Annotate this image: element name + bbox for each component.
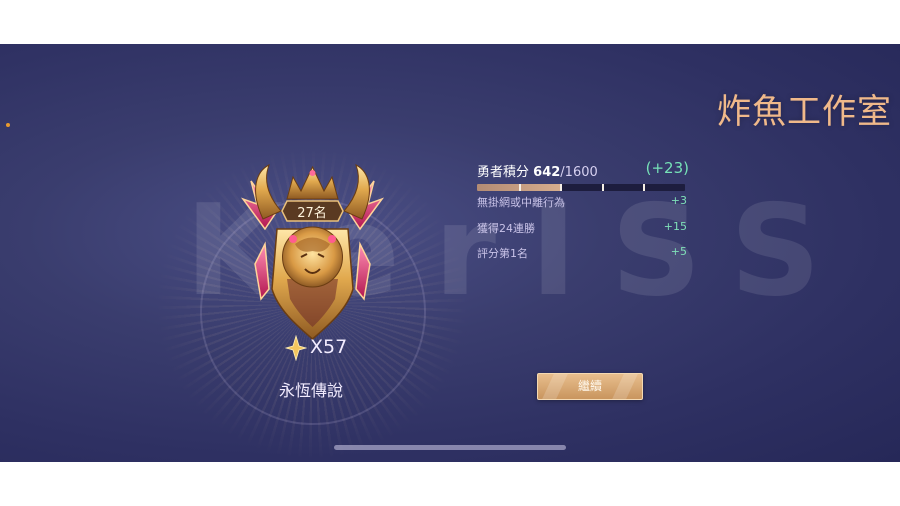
hero-points-max: /1600 <box>560 165 598 180</box>
golden-lion-shield-icon <box>240 163 385 340</box>
bonus-value: +15 <box>663 220 687 233</box>
hero-points-title: 勇者積分 <box>477 165 530 180</box>
hero-points-progress-bar <box>477 184 685 191</box>
progress-tick <box>601 184 604 191</box>
star-count: X57 <box>310 336 348 358</box>
progress-tick <box>643 184 646 191</box>
bonus-label: 獲得24連勝 <box>477 222 535 235</box>
indicator-dot <box>6 123 10 127</box>
bonus-row: 獲得24連勝 +15 <box>477 220 687 238</box>
hero-points-gain: (+23) <box>645 159 689 177</box>
gold-star-icon <box>285 335 307 361</box>
bonus-row: 評分第1名 +5 <box>477 245 687 263</box>
hero-points-label: 勇者積分 642/1600 <box>477 161 598 180</box>
progress-tick <box>518 184 521 191</box>
progress-tick <box>560 184 563 191</box>
bonus-value: +3 <box>670 194 687 207</box>
home-indicator[interactable] <box>334 445 566 450</box>
game-screen: KerISS 炸魚工作室 27名 X57 永恆傳說 勇者積分 642/1600 … <box>0 44 900 462</box>
tier-name: 永恆傳說 <box>278 381 343 400</box>
bonus-value: +5 <box>670 245 687 258</box>
studio-watermark: 炸魚工作室 <box>717 92 892 132</box>
hero-points-current: 642 <box>533 165 561 180</box>
rank-position: 27名 <box>297 206 327 221</box>
continue-button[interactable]: 繼續 <box>537 373 643 400</box>
bonus-label: 評分第1名 <box>477 247 528 260</box>
hero-points-row: 勇者積分 642/1600 (+23) <box>477 159 689 183</box>
bonus-row: 無掛網或中離行為 +3 <box>477 194 687 212</box>
bonus-label: 無掛網或中離行為 <box>477 196 565 209</box>
